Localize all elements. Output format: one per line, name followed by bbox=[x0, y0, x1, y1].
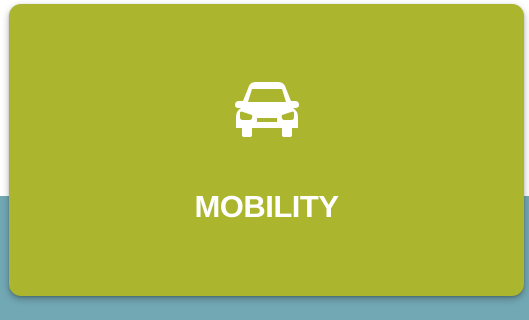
tile-label: MOBILITY bbox=[194, 189, 339, 224]
mobility-tile[interactable]: MOBILITY bbox=[9, 4, 524, 296]
car-icon bbox=[232, 80, 302, 138]
